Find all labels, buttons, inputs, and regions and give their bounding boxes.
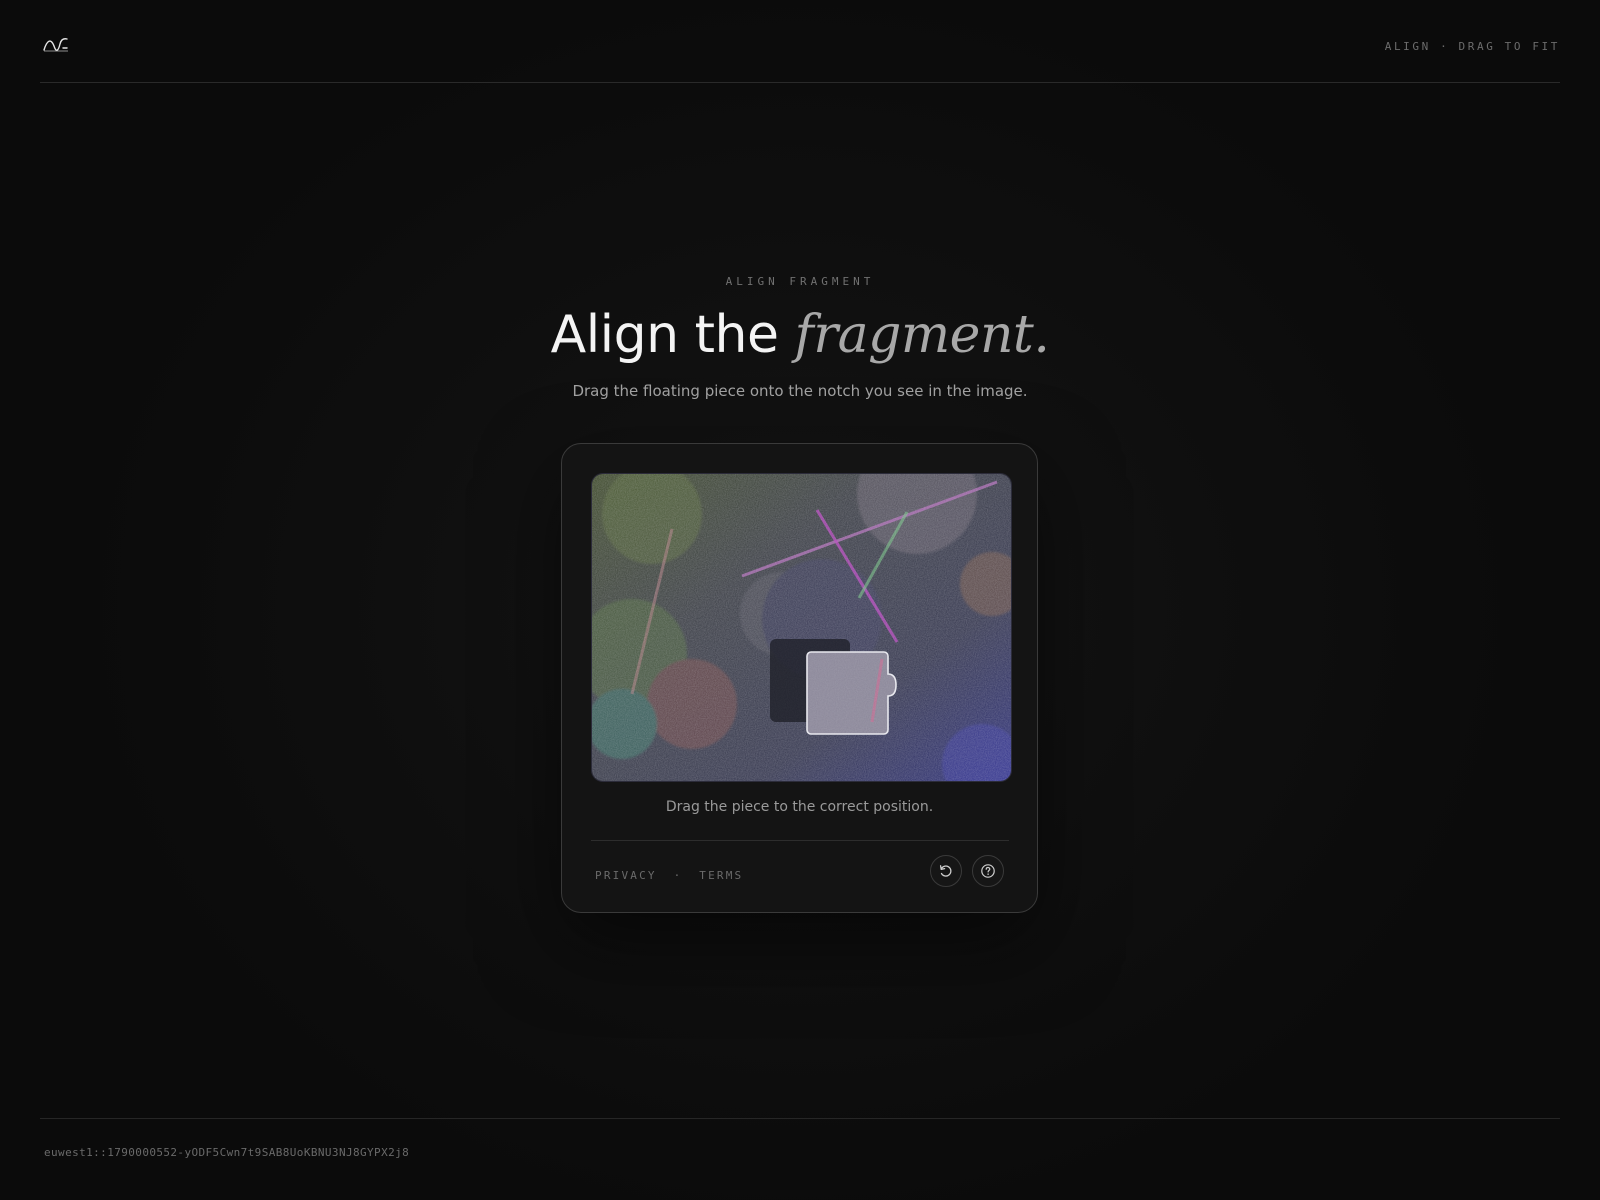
help-button[interactable] bbox=[972, 855, 1004, 887]
top-bar: ALIGN · DRAG TO FIT bbox=[40, 0, 1560, 83]
card-divider bbox=[591, 840, 1009, 841]
page-title-main: Align the bbox=[550, 305, 795, 365]
page-title-accent: fragment. bbox=[794, 305, 1050, 365]
session-id: euwest1::1790000552-yODF5Cwn7t9SAB8UoKBN… bbox=[44, 1146, 410, 1159]
header-tag-separator: · bbox=[1440, 40, 1450, 53]
page-subtitle: Drag the floating piece onto the notch y… bbox=[572, 382, 1028, 400]
links-separator: · bbox=[673, 869, 683, 882]
eyebrow-label: ALIGN FRAGMENT bbox=[725, 275, 875, 288]
refresh-icon bbox=[939, 865, 952, 877]
captcha-card: Drag the piece to the correct position. … bbox=[561, 443, 1038, 913]
legal-links: PRIVACY · TERMS bbox=[595, 869, 743, 882]
footer-divider bbox=[40, 1118, 1560, 1119]
puzzle-canvas bbox=[592, 474, 1011, 781]
header-tagline: ALIGN · DRAG TO FIT bbox=[1385, 40, 1560, 53]
help-icon bbox=[981, 864, 995, 878]
header-tag-drag: DRAG TO FIT bbox=[1458, 40, 1560, 53]
header-tag-align: ALIGN bbox=[1384, 40, 1431, 53]
page-title: Align the fragment. bbox=[0, 296, 1600, 373]
puzzle-image bbox=[591, 473, 1012, 782]
instruction-text: Drag the piece to the correct position. bbox=[665, 799, 934, 815]
wave-logo-icon bbox=[43, 38, 68, 52]
terms-link[interactable]: TERMS bbox=[699, 869, 743, 882]
refresh-button[interactable] bbox=[930, 855, 962, 887]
privacy-link[interactable]: PRIVACY bbox=[595, 869, 657, 882]
puzzle-piece[interactable] bbox=[806, 651, 897, 735]
